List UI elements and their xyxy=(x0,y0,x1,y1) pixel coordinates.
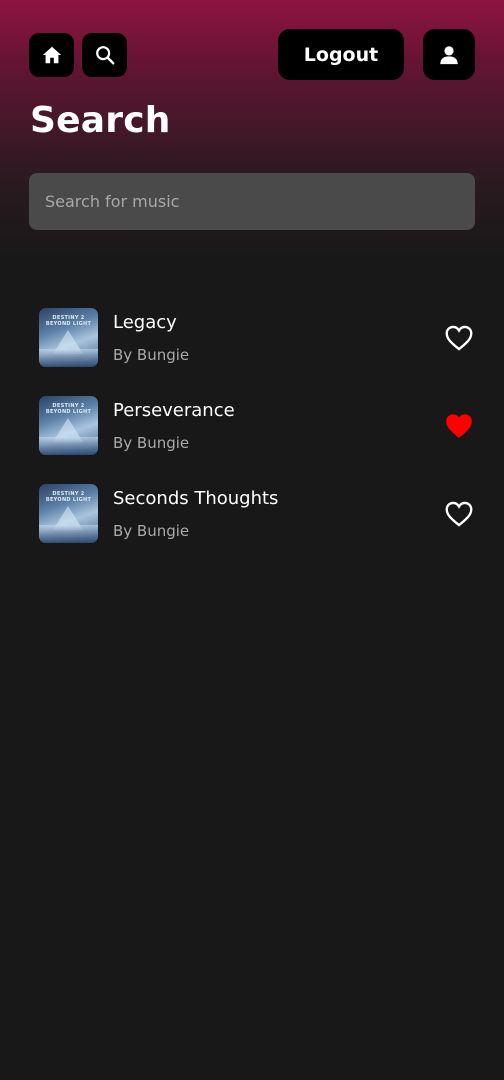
search-page: Logout Search DESTINY 2 BEYOND LIGHT Leg… xyxy=(0,0,504,1080)
track-item[interactable]: DESTINY 2 BEYOND LIGHT Legacy By Bungie xyxy=(0,300,504,388)
album-cover: DESTINY 2 BEYOND LIGHT xyxy=(39,396,98,455)
search-input[interactable] xyxy=(29,173,475,230)
like-button[interactable] xyxy=(444,324,474,352)
album-cover: DESTINY 2 BEYOND LIGHT xyxy=(39,484,98,543)
like-button[interactable] xyxy=(444,412,474,440)
profile-button[interactable] xyxy=(423,29,475,80)
track-artist: By Bungie xyxy=(113,434,190,452)
track-item[interactable]: DESTINY 2 BEYOND LIGHT Perseverance By B… xyxy=(0,388,504,476)
logout-button[interactable]: Logout xyxy=(278,29,404,80)
search-box[interactable] xyxy=(29,173,475,230)
user-icon xyxy=(440,45,458,64)
home-icon xyxy=(42,46,61,64)
search-button[interactable] xyxy=(82,33,127,77)
like-button[interactable] xyxy=(444,500,474,528)
track-title: Perseverance xyxy=(113,400,235,421)
track-title: Legacy xyxy=(113,312,177,333)
page-title: Search xyxy=(30,100,171,141)
track-artist: By Bungie xyxy=(113,522,190,540)
search-icon xyxy=(95,46,114,65)
home-button[interactable] xyxy=(29,33,74,77)
heart-filled-icon xyxy=(446,414,472,438)
heart-outline-icon xyxy=(445,325,473,351)
album-cover: DESTINY 2 BEYOND LIGHT xyxy=(39,308,98,367)
track-list: DESTINY 2 BEYOND LIGHT Legacy By Bungie … xyxy=(0,300,504,564)
track-item[interactable]: DESTINY 2 BEYOND LIGHT Seconds Thoughts … xyxy=(0,476,504,564)
heart-outline-icon xyxy=(445,501,473,527)
track-title: Seconds Thoughts xyxy=(113,488,279,509)
track-artist: By Bungie xyxy=(113,346,190,364)
